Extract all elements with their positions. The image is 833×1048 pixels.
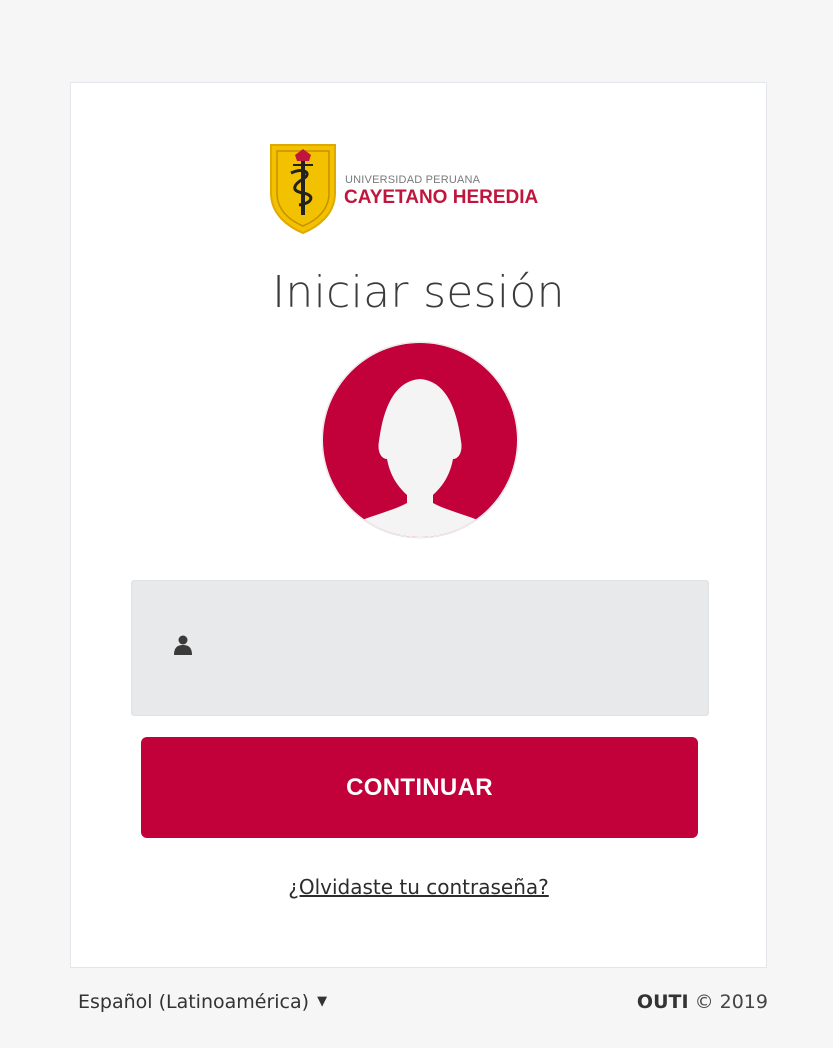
user-icon	[174, 635, 192, 655]
copyright: OUTI © 2019	[637, 991, 768, 1013]
forgot-password-link[interactable]: ¿Olvidaste tu contraseña?	[71, 875, 766, 899]
logo-subtitle: UNIVERSIDAD PERUANA	[345, 174, 481, 186]
username-input[interactable]	[212, 581, 696, 717]
continue-button[interactable]: CONTINUAR	[141, 737, 698, 838]
language-label: Español (Latinoamérica)	[78, 991, 310, 1013]
university-logo: UNIVERSIDAD PERUANA CAYETANO HEREDIA	[269, 143, 579, 235]
brand-name: OUTI	[636, 991, 689, 1013]
login-card: UNIVERSIDAD PERUANA CAYETANO HEREDIA Ini…	[70, 82, 767, 968]
language-selector[interactable]: Español (Latinoamérica) ▼	[78, 991, 327, 1013]
copyright-year: © 2019	[694, 991, 768, 1013]
caret-down-icon: ▼	[317, 994, 328, 1009]
user-avatar-icon	[321, 341, 519, 539]
username-field[interactable]	[131, 580, 709, 717]
page-title: Iniciar sesión	[272, 267, 565, 318]
university-shield-icon	[270, 144, 336, 235]
logo-title: CAYETANO HEREDIA	[344, 187, 539, 208]
